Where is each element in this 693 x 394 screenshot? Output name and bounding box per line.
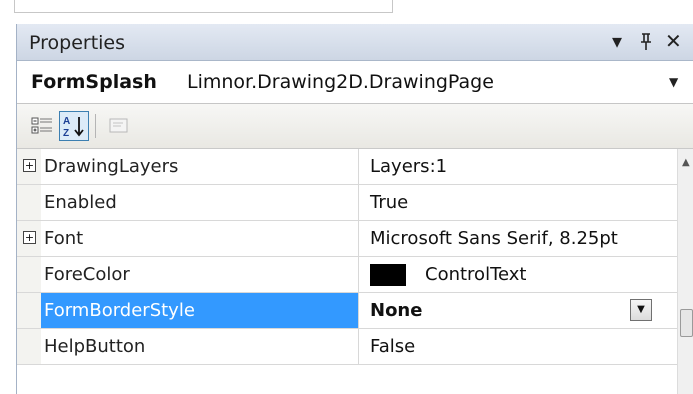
property-name: ForeColor xyxy=(44,264,130,285)
property-name: DrawingLayers xyxy=(44,156,179,177)
categorized-button[interactable] xyxy=(27,111,57,141)
fragment-field-left xyxy=(14,0,244,13)
svg-text:Z: Z xyxy=(63,128,69,139)
close-icon[interactable]: ✕ xyxy=(665,29,682,53)
property-value[interactable]: True xyxy=(358,185,677,220)
color-swatch xyxy=(370,264,406,286)
object-selector[interactable]: FormSplash Limnor.Drawing2D.DrawingPage … xyxy=(17,61,693,104)
object-name: FormSplash xyxy=(31,71,157,93)
property-grid: + DrawingLayers Layers:1 Enabled True + … xyxy=(17,149,677,394)
property-value[interactable]: Layers:1 xyxy=(358,149,677,184)
chevron-down-icon[interactable]: ▼ xyxy=(630,299,652,321)
property-name: FormBorderStyle xyxy=(41,293,358,328)
alphabetical-icon: A Z xyxy=(63,116,84,139)
panel-title: Properties xyxy=(29,32,126,54)
expand-plus-icon[interactable]: + xyxy=(23,159,36,172)
chevron-down-icon[interactable]: ▼ xyxy=(669,75,678,89)
categorized-icon xyxy=(31,117,52,134)
window-position-dropdown-icon[interactable]: ▾ xyxy=(612,29,622,53)
property-value[interactable]: None ▼ xyxy=(358,293,677,328)
previous-panel-fragment xyxy=(0,0,693,22)
object-type: Limnor.Drawing2D.DrawingPage xyxy=(187,71,494,93)
property-row-forecolor[interactable]: ForeColor ControlText xyxy=(17,257,677,293)
property-value[interactable]: ControlText xyxy=(358,257,677,292)
svg-text:A: A xyxy=(63,116,70,127)
property-value[interactable]: Microsoft Sans Serif, 8.25pt xyxy=(358,221,677,256)
property-name: Font xyxy=(44,228,84,249)
fragment-field-right xyxy=(242,0,393,13)
scroll-thumb[interactable] xyxy=(680,309,693,337)
color-name: ControlText xyxy=(425,264,527,285)
toolbar-separator xyxy=(95,114,96,138)
property-row-helpbutton[interactable]: HelpButton False xyxy=(17,329,677,365)
property-name: Enabled xyxy=(44,192,117,213)
properties-toolbar: A Z xyxy=(17,104,693,149)
property-name: HelpButton xyxy=(44,336,146,357)
property-row-drawinglayers[interactable]: + DrawingLayers Layers:1 xyxy=(17,149,677,185)
vertical-scrollbar[interactable]: ▲ xyxy=(677,149,693,394)
scroll-up-icon[interactable]: ▲ xyxy=(682,157,690,168)
property-row-formborderstyle[interactable]: FormBorderStyle None ▼ xyxy=(17,293,677,329)
property-value[interactable]: False xyxy=(358,329,677,364)
alphabetical-button[interactable]: A Z xyxy=(59,111,89,141)
property-pages-button[interactable] xyxy=(103,111,133,141)
property-row-enabled[interactable]: Enabled True xyxy=(17,185,677,221)
properties-panel: Properties ▾ ✕ FormSplash Limnor.Drawing… xyxy=(16,24,693,394)
property-value-text: None xyxy=(370,300,423,321)
expand-plus-icon[interactable]: + xyxy=(23,231,36,244)
property-pages-icon xyxy=(109,118,128,133)
property-row-font[interactable]: + Font Microsoft Sans Serif, 8.25pt xyxy=(17,221,677,257)
pin-icon[interactable] xyxy=(639,29,653,56)
panel-titlebar: Properties ▾ ✕ xyxy=(17,24,693,61)
